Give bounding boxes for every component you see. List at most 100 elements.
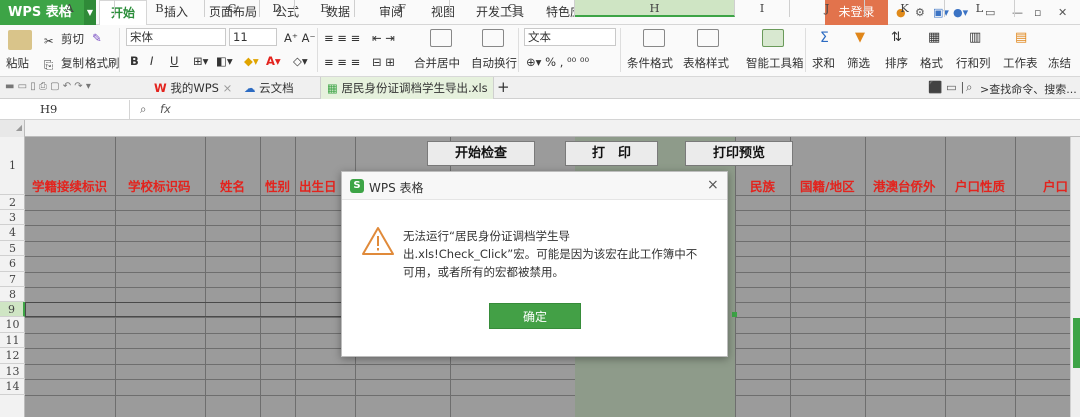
search-icon[interactable]: ⌕ <box>966 80 972 95</box>
start-check-button[interactable]: 开始检查 <box>427 141 535 166</box>
smart-toolbox-button[interactable]: 智能工具箱 <box>746 55 804 71</box>
row-header[interactable]: 13 <box>0 364 25 379</box>
formula-input[interactable] <box>185 100 1070 119</box>
header-cell[interactable]: 出生日 <box>299 176 337 195</box>
command-search[interactable]: >查找命令、搜索... <box>980 81 1077 97</box>
fx-icon[interactable]: fx <box>160 102 171 116</box>
freeze-button[interactable]: 冻结 <box>1048 55 1080 71</box>
paste-icon[interactable] <box>8 30 32 50</box>
row-header[interactable]: 11 <box>0 333 25 348</box>
name-box[interactable]: H9 <box>0 100 130 119</box>
header-cell[interactable]: 户口 <box>1043 176 1070 195</box>
select-all-corner[interactable]: ◢ <box>0 120 25 137</box>
header-cell[interactable]: 民族 <box>750 176 775 195</box>
maximize-icon[interactable]: ▫ <box>1034 6 1041 19</box>
column-header-i[interactable]: I <box>735 0 790 17</box>
row-header[interactable]: 10 <box>0 317 25 333</box>
close-icon[interactable]: × <box>707 177 719 193</box>
format-painter-icon[interactable]: ✎ <box>92 31 102 45</box>
clear-format-icon[interactable]: ◇▾ <box>293 54 308 68</box>
print-preview-button[interactable]: 打印预览 <box>685 141 793 166</box>
percent-icon[interactable]: ⊕▾ % ‚ ⁰⁰ ⁰⁰ <box>526 55 589 69</box>
column-header-a[interactable]: A <box>25 0 115 17</box>
row-header[interactable]: 14 <box>0 379 25 395</box>
column-header-g[interactable]: G <box>450 0 575 17</box>
header-cell[interactable]: 户口性质 <box>955 176 1005 195</box>
indent-icon[interactable]: ⇤ ⇥ <box>372 31 395 45</box>
merge-center-button[interactable]: 合并居中 <box>414 55 460 71</box>
worksheet-button[interactable]: 工作表 <box>1003 55 1038 71</box>
quick-access-icons[interactable]: ▬ ▭ ▯ ⎙ ▢ ↶ ↷ ▾ <box>5 81 91 92</box>
tab-my-wps[interactable]: W 我的WPS × <box>148 77 238 99</box>
column-header-b[interactable]: B <box>115 0 205 17</box>
rows-cols-icon[interactable]: ▥ <box>969 30 981 45</box>
row-header[interactable]: 3 <box>0 210 25 225</box>
row-header[interactable]: 4 <box>0 225 25 241</box>
column-header-d[interactable]: D <box>260 0 295 17</box>
wrap-text-icon[interactable] <box>482 29 504 47</box>
header-cell[interactable]: 港澳台侨外 <box>873 176 936 195</box>
vertical-scrollbar[interactable]: ≡ <box>1070 137 1080 417</box>
column-header-l[interactable]: L <box>945 0 1015 17</box>
font-color-icon[interactable]: A▾ <box>266 54 281 68</box>
copy-button[interactable]: ⎘ 复制 <box>44 55 84 72</box>
tab-cloud-docs[interactable]: ☁ 云文档 <box>238 77 318 99</box>
fill-handle[interactable] <box>732 312 737 317</box>
column-header-f[interactable]: F <box>355 0 450 17</box>
row-header[interactable]: 6 <box>0 256 25 272</box>
zoom-icon[interactable]: ⌕ <box>140 102 146 117</box>
worksheet-icon[interactable]: ▤ <box>1015 30 1027 45</box>
sum-button[interactable]: 求和 <box>812 55 835 71</box>
close-window-icon[interactable]: ✕ <box>1058 6 1067 19</box>
format-button[interactable]: 格式 <box>920 55 943 71</box>
border-icon[interactable]: ⊞▾ <box>193 54 208 68</box>
header-cell[interactable]: 姓名 <box>220 176 245 195</box>
conditional-format-button[interactable]: 条件格式 <box>627 55 673 71</box>
grow-font-icon[interactable]: A⁺ A⁻ <box>284 31 316 45</box>
row-header[interactable]: 2 <box>0 195 25 210</box>
close-icon[interactable]: × <box>223 81 233 95</box>
row-header[interactable]: 12 <box>0 348 25 364</box>
cut-button[interactable]: ✂ 剪切 <box>44 31 84 48</box>
header-cell[interactable]: 性别 <box>265 176 290 195</box>
new-tab-icon[interactable]: + <box>497 78 510 96</box>
dialog-title-bar[interactable]: S WPS 表格 × <box>342 172 727 200</box>
merge-center-icon[interactable] <box>430 29 452 47</box>
format-icon[interactable]: ▦ <box>928 30 940 45</box>
wrap-text-button[interactable]: 自动换行 <box>471 55 517 71</box>
table-style-icon[interactable] <box>697 29 719 47</box>
row-header[interactable]: 5 <box>0 241 25 256</box>
column-header-h[interactable]: H <box>575 0 735 17</box>
column-header-j[interactable]: J <box>790 0 865 17</box>
header-cell[interactable]: 学校标识码 <box>128 176 191 195</box>
row-header[interactable]: 8 <box>0 287 25 302</box>
column-header-c[interactable]: C <box>205 0 260 17</box>
bold-icon[interactable]: B <box>130 54 139 68</box>
highlight-icon[interactable]: ◆▾ <box>244 54 259 68</box>
filter-button[interactable]: 筛选 <box>847 55 870 71</box>
align-left-icon[interactable]: ≡ ≡ ≡ <box>324 55 360 69</box>
column-header-e[interactable]: E <box>295 0 355 17</box>
paste-button[interactable]: 粘贴 <box>6 55 29 71</box>
table-style-button[interactable]: 表格样式 <box>683 55 729 71</box>
row-header[interactable]: 7 <box>0 272 25 287</box>
rows-cols-button[interactable]: 行和列 <box>956 55 991 71</box>
align-top-icon[interactable]: ≡ ≡ ≡ <box>324 31 360 45</box>
side-panel-toggle[interactable] <box>1073 318 1080 368</box>
fill-color-icon[interactable]: ◧▾ <box>216 54 233 68</box>
sort-icon[interactable]: ⇅ <box>891 30 902 45</box>
ok-button[interactable]: 确定 <box>489 303 581 329</box>
tab-current-file[interactable]: ▦ 居民身份证调档学生导出.xls × <box>320 77 494 117</box>
header-cell[interactable]: 国籍/地区 <box>800 176 855 195</box>
italic-icon[interactable]: I <box>150 54 153 68</box>
print-button[interactable]: 打 印 <box>565 141 658 166</box>
row-header[interactable]: 9 <box>0 302 25 317</box>
sum-icon[interactable]: Σ <box>820 30 829 46</box>
toolbox-icon[interactable] <box>762 29 784 47</box>
filter-icon[interactable]: ▼ <box>855 30 865 45</box>
format-painter-button[interactable]: 格式刷 <box>85 55 120 71</box>
number-format-select[interactable]: 文本 <box>524 28 616 46</box>
screen-icon[interactable]: ⬛ ▭ | <box>928 80 964 94</box>
sort-button[interactable]: 排序 <box>885 55 908 71</box>
header-cell[interactable]: 学籍接续标识 <box>32 176 107 195</box>
